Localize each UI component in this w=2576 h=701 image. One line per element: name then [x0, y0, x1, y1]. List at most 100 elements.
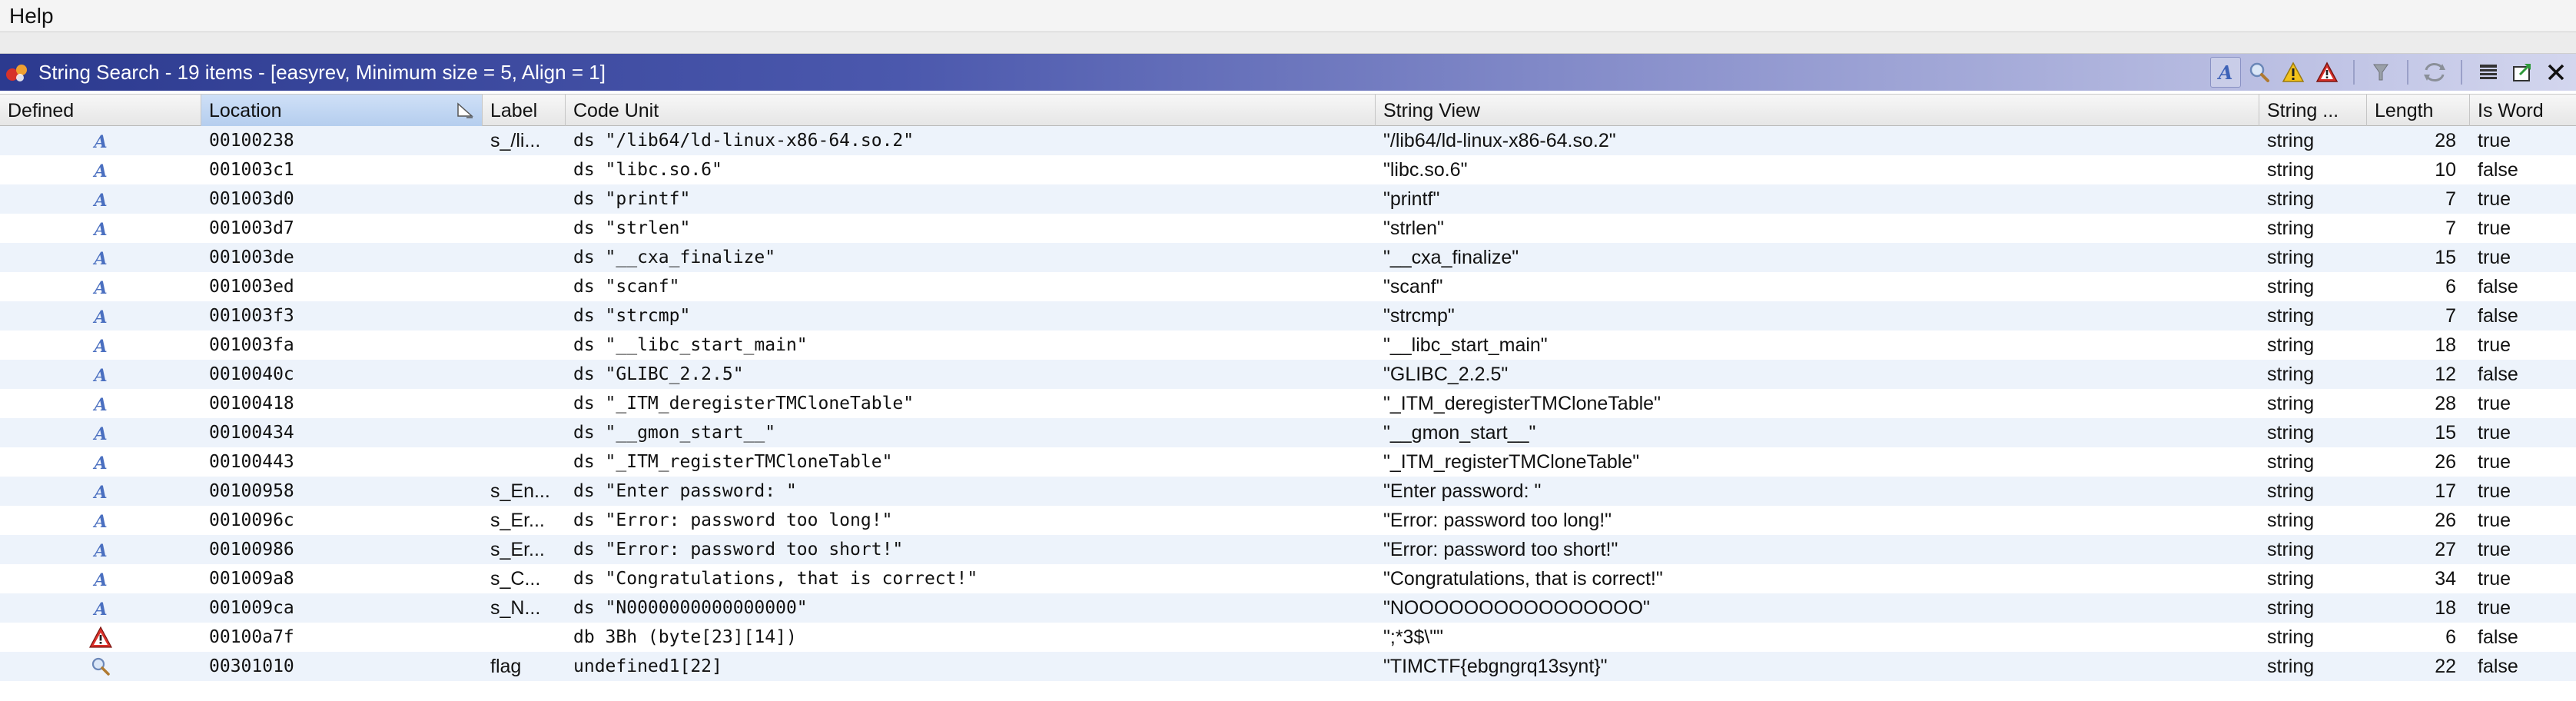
cell-is-word: false: [2478, 656, 2518, 677]
cell-code-unit: undefined1[22]: [573, 656, 722, 676]
cell-string-type: string: [2267, 656, 2315, 677]
svg-text:A: A: [92, 424, 107, 443]
table-row[interactable]: A 001003d0 ds "printf" "printf" string 7 true: [0, 184, 2576, 214]
show-conflict-strings-button[interactable]: [2312, 57, 2342, 88]
cell-code-unit: ds "Enter password: ": [573, 481, 797, 501]
cell-length: 28: [2435, 130, 2456, 151]
svg-text:A: A: [92, 600, 107, 618]
defined-string-icon: A: [0, 126, 201, 155]
cell-length: 17: [2435, 480, 2456, 502]
menu-help[interactable]: Help: [9, 4, 54, 28]
column-header-string-view[interactable]: String View: [1376, 95, 2259, 127]
column-header-location[interactable]: Location: [201, 95, 483, 127]
cell-string-type: string: [2267, 188, 2315, 210]
defined-string-icon: A: [0, 301, 201, 331]
table-options-button[interactable]: [2473, 57, 2504, 88]
table-row[interactable]: A 001003de ds "__cxa_finalize" "__cxa_final…: [0, 243, 2576, 272]
defined-string-icon: A: [0, 564, 201, 593]
cell-location: 001003d7: [209, 218, 294, 238]
magnifier-icon: [2249, 62, 2269, 82]
table-row[interactable]: A 001003f3 ds "strcmp" "strcmp" string 7 false: [0, 301, 2576, 331]
filter-button[interactable]: [2365, 57, 2396, 88]
svg-text:A: A: [92, 220, 107, 238]
window-title: String Search - 19 items - [easyrev, Min…: [38, 60, 606, 84]
cell-string-type: string: [2267, 159, 2315, 181]
svg-text:A: A: [92, 483, 107, 501]
table-row[interactable]: A 00100418 ds "_ITM_deregisterTMCloneTable…: [0, 389, 2576, 418]
cell-location: 00100986: [209, 540, 294, 560]
table-row[interactable]: A 001003c1 ds "libc.so.6" "libc.so.6" string…: [0, 155, 2576, 184]
cell-location: 001003fa: [209, 335, 294, 355]
cell-string-view: "__gmon_start__": [1383, 422, 1536, 444]
defined-string-icon: A: [0, 184, 201, 214]
string-search-titlebar: String Search - 19 items - [easyrev, Min…: [0, 54, 2576, 91]
table-row[interactable]: A 001009ca s_N... ds "N0000000000000000" "NO…: [0, 593, 2576, 623]
column-header-defined[interactable]: Defined: [0, 95, 201, 127]
cell-string-type: string: [2267, 334, 2315, 356]
cell-length: 34: [2435, 568, 2456, 590]
table-row[interactable]: A 00100434 ds "__gmon_start__" "__gmon_star…: [0, 418, 2576, 447]
cell-location: 00100443: [209, 452, 294, 472]
export-button[interactable]: [2507, 57, 2538, 88]
filter-funnel-icon: [2373, 64, 2388, 81]
table-row[interactable]: 00100a7f db 3Bh (byte[23][14]) ";*3$\"" str…: [0, 623, 2576, 652]
column-header-is-word[interactable]: Is Word: [2470, 95, 2576, 127]
cell-location: 001003f3: [209, 306, 294, 326]
cell-label: [483, 243, 566, 272]
show-defined-strings-button[interactable]: A: [2210, 57, 2241, 88]
svg-text:A: A: [92, 395, 107, 414]
conflict-warning-icon: [0, 623, 201, 652]
svg-text:A: A: [92, 307, 107, 326]
cell-length: 15: [2435, 247, 2456, 268]
cell-string-view: "strlen": [1383, 218, 1444, 239]
table-row[interactable]: A 001009a8 s_C... ds "Congratulations, that…: [0, 564, 2576, 593]
defined-string-icon: A: [0, 360, 201, 389]
table-row[interactable]: A 0010096c s_Er... ds "Error: password too …: [0, 506, 2576, 535]
defined-string-icon: A: [0, 447, 201, 477]
svg-text:A: A: [92, 337, 107, 355]
column-header-string-type[interactable]: String ...: [2259, 95, 2367, 127]
cell-length: 22: [2435, 656, 2456, 677]
cell-length: 7: [2445, 218, 2456, 239]
cell-code-unit: ds "/lib64/ld-linux-x86-64.so.2": [573, 131, 915, 151]
cell-location: 0010040c: [209, 364, 294, 384]
cell-string-view: "scanf": [1383, 276, 1443, 297]
table-row[interactable]: A 00100238 s_/li... ds "/lib64/ld-linux-x86…: [0, 126, 2576, 155]
refresh-button[interactable]: [2419, 57, 2450, 88]
cell-label: flag: [490, 656, 522, 677]
cell-is-word: true: [2478, 334, 2511, 356]
column-header-length[interactable]: Length: [2367, 95, 2470, 127]
cell-length: 7: [2445, 188, 2456, 210]
table-row[interactable]: A 0010040c ds "GLIBC_2.2.5" "GLIBC_2.2.5" st…: [0, 360, 2576, 389]
show-partial-strings-button[interactable]: [2278, 57, 2309, 88]
cell-string-type: string: [2267, 597, 2315, 619]
table-row[interactable]: A 00100958 s_En... ds "Enter password: " "En…: [0, 477, 2576, 506]
warning-yellow-icon: [2282, 61, 2305, 82]
cell-location: 00100a7f: [209, 627, 294, 647]
table-row[interactable]: A 001003ed ds "scanf" "scanf" string 6 false: [0, 272, 2576, 301]
table-row[interactable]: A 00100443 ds "_ITM_registerTMCloneTable" "…: [0, 447, 2576, 477]
table-row[interactable]: A 00100986 s_Er... ds "Error: password too …: [0, 535, 2576, 564]
svg-text:A: A: [92, 570, 107, 589]
table-row[interactable]: 00301010 flag undefined1[22] "TIMCTF{ebgngr…: [0, 652, 2576, 681]
table-row[interactable]: A 001003d7 ds "strlen" "strlen" string 7 true: [0, 214, 2576, 243]
cell-location: 00100418: [209, 394, 294, 414]
cell-string-type: string: [2267, 393, 2315, 414]
cell-label: [483, 214, 566, 243]
cell-is-word: true: [2478, 568, 2511, 590]
cell-label: s_C...: [490, 568, 541, 590]
cell-string-view: "_ITM_deregisterTMCloneTable": [1383, 393, 1661, 414]
cell-location: 001003de: [209, 248, 294, 267]
column-header-label[interactable]: Label: [483, 95, 566, 127]
cell-label: s_En...: [490, 480, 550, 502]
close-button[interactable]: [2541, 57, 2571, 88]
cell-code-unit: ds "_ITM_registerTMCloneTable": [573, 452, 893, 472]
cell-is-word: true: [2478, 480, 2511, 502]
cell-code-unit: ds "__gmon_start__": [573, 423, 776, 443]
show-undefined-strings-button[interactable]: [2244, 57, 2275, 88]
table-row[interactable]: A 001003fa ds "__libc_start_main" "__libc_s…: [0, 331, 2576, 360]
undefined-string-icon: [0, 652, 201, 681]
column-header-code-unit[interactable]: Code Unit: [566, 95, 1376, 127]
svg-text:A: A: [2217, 61, 2233, 84]
defined-string-icon: A: [0, 243, 201, 272]
